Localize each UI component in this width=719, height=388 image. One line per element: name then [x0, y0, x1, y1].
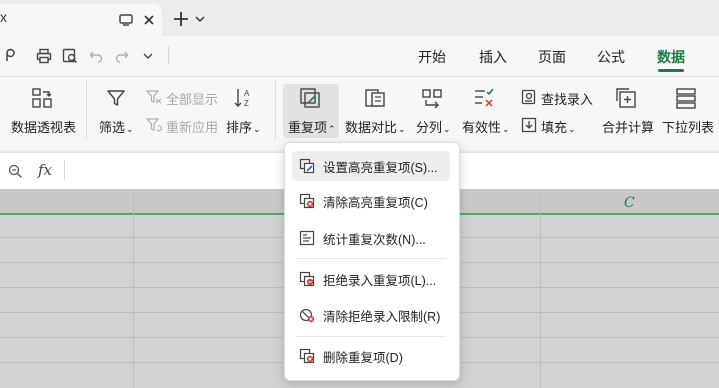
menu-item-count-duplicates[interactable]: 统计重复次数(N)... [292, 223, 450, 253]
formula-divider [64, 160, 65, 180]
data-compare-icon[interactable] [363, 86, 387, 110]
count-duplicates-icon [298, 229, 316, 247]
split-caret-icon: ⌄ [443, 124, 451, 134]
print-icon[interactable] [35, 47, 53, 65]
undo-history-icon[interactable] [2, 47, 20, 65]
pivot-table-icon[interactable] [30, 86, 54, 110]
tab-data[interactable]: 数据 [657, 47, 685, 67]
menu-item-label: 删除重复项(D) [323, 350, 403, 365]
ribbon-divider [86, 80, 87, 140]
svg-text:A: A [244, 89, 250, 98]
validity-button[interactable]: 有效性⌄ [462, 117, 510, 136]
filter-button[interactable]: 筛选⌄ [99, 117, 134, 136]
tab-title: x [0, 9, 7, 25]
new-tab-icon[interactable] [172, 10, 190, 28]
find-entry-icon [520, 88, 538, 106]
validity-caret-icon: ⌄ [502, 124, 510, 134]
menu-divider [296, 336, 446, 337]
fill-icon [520, 116, 538, 134]
redo-icon[interactable] [113, 47, 131, 65]
menu-item-clear-highlight-duplicates[interactable]: 清除高亮重复项(C) [292, 186, 450, 216]
split-column-icon[interactable] [420, 86, 444, 110]
active-tab-indicator [658, 69, 684, 72]
undo-icon[interactable] [87, 47, 105, 65]
fill-button[interactable]: 填充⌄ [541, 117, 576, 136]
highlight-duplicates-icon [298, 157, 316, 175]
show-all-icon [145, 88, 163, 104]
delete-duplicates-icon [298, 347, 316, 365]
split-column-button[interactable]: 分列⌄ [416, 117, 451, 136]
menu-item-set-highlight-duplicates[interactable]: 设置高亮重复项(S)... [292, 151, 450, 181]
data-compare-button[interactable]: 数据对比⌄ [345, 117, 406, 136]
quick-access-more-icon[interactable] [142, 50, 154, 62]
validity-label: 有效性 [462, 120, 502, 135]
data-compare-label: 数据对比 [345, 120, 398, 135]
chevron-down-icon[interactable] [194, 13, 206, 25]
fill-caret-icon: ⌄ [568, 124, 576, 134]
menu-item-label: 统计重复次数(N)... [323, 232, 426, 247]
split-column-label: 分列 [416, 120, 443, 135]
dropdown-list-button[interactable]: 下拉列表 [662, 117, 714, 136]
duplicates-label: 重复项 [288, 120, 328, 135]
tab-start[interactable]: 开始 [418, 47, 446, 67]
zoom-icon[interactable] [6, 162, 24, 180]
menu-item-label: 清除拒绝录入限制(R) [323, 309, 441, 324]
document-tab[interactable] [0, 4, 162, 36]
grid-line [133, 189, 134, 388]
ribbon-divider [275, 80, 276, 140]
reject-duplicates-icon [298, 270, 316, 288]
menu-item-label: 清除高亮重复项(C) [323, 195, 428, 210]
fx-icon[interactable]: fx [38, 161, 52, 179]
find-entry-button[interactable]: 查找录入 [541, 89, 593, 108]
tab-insert[interactable]: 插入 [479, 47, 507, 67]
menu-item-clear-reject-restriction[interactable]: 清除拒绝录入限制(R) [292, 300, 450, 330]
menu-item-delete-duplicates[interactable]: 删除重复项(D) [292, 341, 450, 371]
duplicates-button[interactable]: 重复项⌃ [288, 117, 336, 136]
print-preview-icon[interactable] [61, 47, 79, 65]
pivot-table-button[interactable]: 数据透视表 [11, 117, 76, 136]
close-tab-icon[interactable] [141, 12, 157, 28]
duplicates-caret-icon: ⌃ [328, 124, 336, 134]
filter-caret-icon: ⌄ [126, 124, 134, 134]
sort-icon[interactable]: AZ [232, 86, 256, 110]
sort-button[interactable]: 排序⌄ [226, 117, 261, 136]
duplicates-icon[interactable] [298, 86, 322, 110]
menu-item-label: 拒绝录入重复项(L)... [323, 273, 437, 288]
consolidate-icon[interactable] [614, 86, 638, 110]
menu-item-label: 设置高亮重复项(S)... [323, 160, 438, 175]
reapply-button[interactable]: 重新应用 [166, 117, 218, 136]
fill-label: 填充 [541, 120, 568, 135]
menu-item-reject-duplicates[interactable]: 拒绝录入重复项(L)... [292, 264, 450, 294]
reapply-icon [145, 116, 163, 132]
grid-line [540, 189, 541, 388]
clear-reject-icon [298, 306, 316, 324]
filter-label: 筛选 [99, 120, 126, 135]
svg-text:Z: Z [244, 99, 249, 108]
screen-icon[interactable] [118, 12, 134, 28]
data-compare-caret-icon: ⌄ [398, 124, 406, 134]
clear-highlight-icon [298, 192, 316, 210]
sort-caret-icon: ⌄ [253, 124, 261, 134]
validity-icon[interactable] [472, 86, 496, 110]
column-c-header[interactable]: C [624, 195, 635, 211]
tab-formula[interactable]: 公式 [597, 47, 625, 67]
dropdown-list-icon[interactable] [674, 86, 698, 110]
menu-divider [296, 258, 446, 259]
consolidate-button[interactable]: 合并计算 [602, 117, 654, 136]
sort-label: 排序 [226, 120, 253, 135]
show-all-button[interactable]: 全部显示 [166, 89, 218, 108]
quick-access-divider [168, 46, 169, 64]
tab-page[interactable]: 页面 [538, 47, 566, 67]
filter-icon[interactable] [104, 86, 128, 110]
